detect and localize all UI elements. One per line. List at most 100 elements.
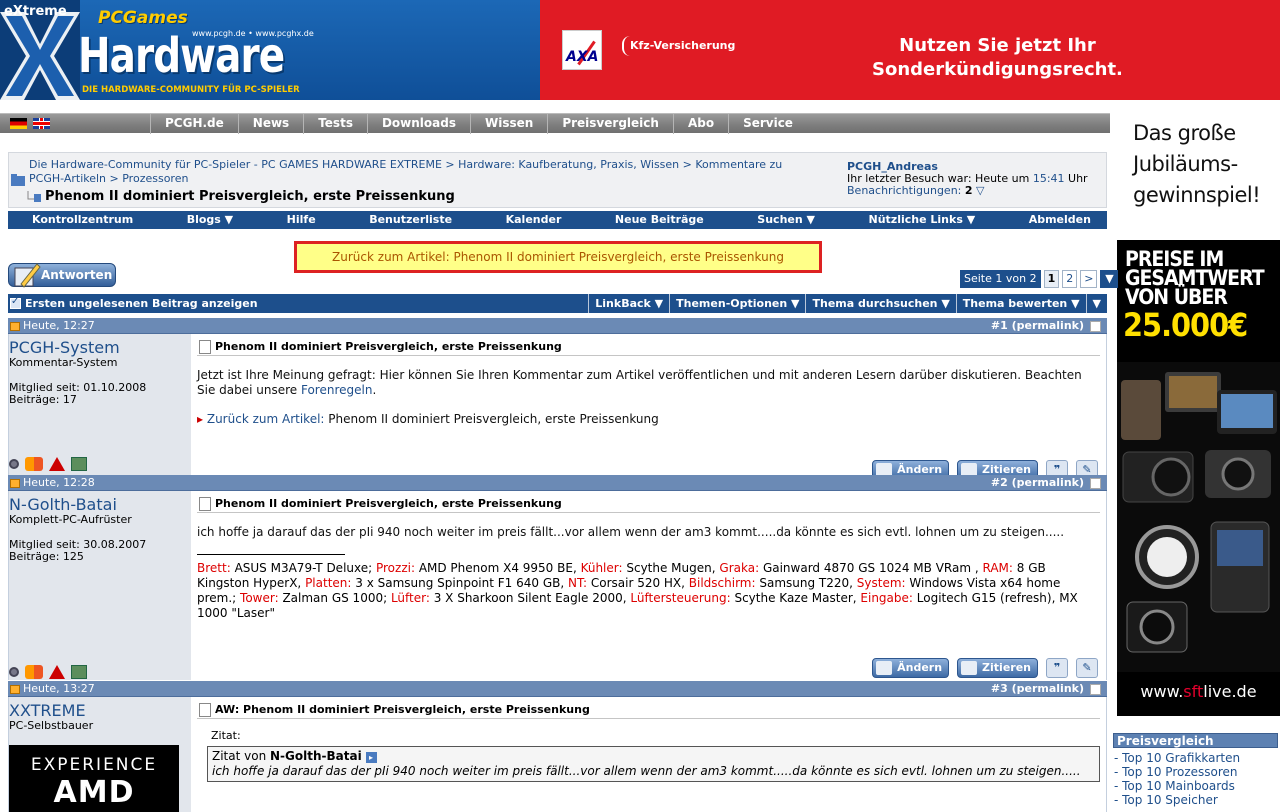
notifications-link[interactable]: Benachrichtigungen: 2 ▽ [847, 185, 1088, 197]
display-mode-menu[interactable]: ▼ [1085, 294, 1107, 313]
skyscraper-advertisement[interactable]: Das große Jubiläums- gewinnspiel! PREISE… [1117, 100, 1280, 716]
multiquote-icon[interactable]: ❞ [1046, 658, 1068, 678]
post-header: Heute, 13:27 #3 (permalink) [8, 681, 1107, 697]
post-3: Heute, 13:27 #3 (permalink) XXTREME PC-S… [8, 681, 1107, 812]
navbar-kalender[interactable]: Kalender [506, 211, 562, 229]
page-current: 1 [1043, 270, 1060, 288]
view-post-icon[interactable]: ▸ [365, 752, 377, 763]
forum-rules-link[interactable]: Forenregeln [301, 383, 372, 397]
signature-key: Kühler: [580, 561, 623, 575]
message: Phenom II dominiert Preisvergleich, erst… [197, 334, 1100, 427]
navbar-abmelden[interactable]: Abmelden [1029, 211, 1091, 229]
breadcrumb-line-1[interactable]: Die Hardware-Community für PC-Spieler - … [29, 158, 782, 172]
post-status-icon [10, 684, 20, 694]
post-title: AW: Phenom II dominiert Preisvergleich, … [197, 703, 1100, 719]
signature-value: Zalman GS 1000; [278, 591, 391, 605]
page-2-link[interactable]: 2 [1062, 270, 1078, 288]
blog-icon[interactable] [25, 665, 43, 679]
pv-link-grafikkarten[interactable]: - Top 10 Grafikkarten [1114, 751, 1280, 765]
page-next-link[interactable]: > [1080, 270, 1098, 288]
navbar-kontrollzentrum[interactable]: Kontrollzentrum [32, 211, 133, 229]
logo-tagline: DIE HARDWARE-COMMUNITY FÜR PC-SPIELER [82, 85, 300, 95]
header-banner: eXtreme PCGames www.pcgh.de • www.pcghx.… [0, 0, 1280, 100]
nav-service[interactable]: Service [728, 114, 807, 134]
checkbox-icon [10, 296, 21, 309]
select-post-checkbox[interactable] [1090, 320, 1101, 332]
user-icons [9, 665, 87, 679]
gadgets-image [1117, 362, 1280, 672]
user-title: PC-Selbstbauer [9, 719, 94, 732]
username[interactable]: PCGH-System [9, 338, 120, 357]
quote-text: ich hoffe ja darauf das der pIi 940 noch… [212, 764, 1081, 778]
post-title: Phenom II dominiert Preisvergleich, erst… [197, 497, 1100, 513]
username[interactable]: XXTREME [9, 701, 86, 720]
english-flag-icon[interactable] [33, 118, 50, 129]
select-post-checkbox[interactable] [1090, 683, 1101, 695]
signature-value: AMD Phenom X4 9950 BE, [415, 561, 581, 575]
nav-abo[interactable]: Abo [672, 114, 728, 134]
navbar-neue-beitraege[interactable]: Neue Beiträge [615, 211, 704, 229]
navbar-nuetzliche-links[interactable]: Nützliche Links ▼ [869, 211, 976, 229]
permalink[interactable]: #2 (permalink) [991, 475, 1084, 491]
back-to-article-label[interactable]: Zurück zum Artikel: [207, 412, 325, 426]
preisvergleich-list: - Top 10 Grafikkarten - Top 10 Prozessor… [1110, 751, 1280, 807]
quote-button[interactable]: Zitieren [957, 658, 1038, 678]
thread-options-menu[interactable]: Themen-Optionen ▼ [669, 294, 805, 313]
nav-tests[interactable]: Tests [303, 114, 367, 134]
linkback-menu[interactable]: LinkBack ▼ [588, 294, 669, 313]
select-post-checkbox[interactable] [1090, 477, 1101, 489]
thread-rate-menu[interactable]: Thema bewerten ▼ [955, 294, 1086, 313]
message: Phenom II dominiert Preisvergleich, erst… [197, 491, 1100, 621]
user-welcome: PCGH_Andreas Ihr letzter Besuch war: Heu… [847, 160, 1088, 197]
user-icons [9, 457, 87, 471]
x-logo-icon: eXtreme [0, 0, 80, 100]
post-text: ich hoffe ja darauf das der pIi 940 noch… [197, 525, 1065, 539]
post-text: Jetzt ist Ihre Meinung gefragt: Hier kön… [197, 368, 1082, 397]
post-2: Heute, 12:28 #2 (permalink) N-Golth-Bata… [8, 475, 1107, 680]
breadcrumb-line-2[interactable]: PCGH-Artikeln > Prozessoren [29, 172, 188, 185]
language-flags [10, 118, 50, 129]
post-body: PCGH-System Kommentar-System Mitglied se… [8, 334, 1107, 486]
pagination: Seite 1 von 2 1 2 > ▼ [960, 270, 1119, 288]
pv-link-speicher[interactable]: - Top 10 Speicher [1114, 793, 1280, 807]
navbar-benutzerliste[interactable]: Benutzerliste [369, 211, 452, 229]
pv-link-mainboards[interactable]: - Top 10 Mainboards [1114, 779, 1280, 793]
axa-advertisement[interactable]: AXA Kfz-Versicherung Nutzen Sie jetzt Ih… [540, 0, 1280, 100]
ad-headline: Nutzen Sie jetzt Ihr Sonderkündigungsrec… [872, 35, 1123, 80]
site-logo[interactable]: eXtreme PCGames www.pcgh.de • www.pcghx.… [0, 0, 540, 100]
system-icon[interactable] [71, 665, 87, 679]
page-dropdown-icon[interactable]: ▼ [1100, 270, 1119, 288]
report-icon[interactable] [49, 457, 65, 471]
nav-preisvergleich[interactable]: Preisvergleich [547, 114, 673, 134]
permalink[interactable]: #1 (permalink) [991, 318, 1084, 334]
edit-button[interactable]: Ändern [872, 658, 950, 678]
post-body: N-Golth-Batai Komplett-PC-Aufrüster Mitg… [8, 491, 1107, 680]
forum-navbar: Kontrollzentrum Blogs ▼ Hilfe Benutzerli… [8, 211, 1107, 229]
back-to-article-link[interactable]: Zurück zum Artikel: Phenom II dominiert … [294, 241, 822, 273]
thread-search-menu[interactable]: Thema durchsuchen ▼ [805, 294, 955, 313]
nav-wissen[interactable]: Wissen [470, 114, 547, 134]
signature-key: Platten: [305, 576, 352, 590]
first-unread-link[interactable]: Ersten ungelesenen Beitrag anzeigen [8, 296, 588, 310]
reply-button[interactable]: Antworten [8, 263, 116, 288]
navbar-hilfe[interactable]: Hilfe [287, 211, 316, 229]
german-flag-icon[interactable] [10, 118, 27, 129]
quoted-user[interactable]: N-Golth-Batai [270, 749, 362, 763]
nav-pcgh[interactable]: PCGH.de [150, 114, 238, 134]
axa-logo: AXA [562, 30, 602, 70]
navbar-suchen[interactable]: Suchen ▼ [757, 211, 815, 229]
permalink[interactable]: #3 (permalink) [991, 681, 1084, 697]
navbar-blogs[interactable]: Blogs ▼ [187, 211, 233, 229]
system-icon[interactable] [71, 457, 87, 471]
signature-key: Tower: [240, 591, 279, 605]
quick-reply-icon[interactable]: ✎ [1076, 658, 1098, 678]
nav-downloads[interactable]: Downloads [366, 114, 470, 134]
preisvergleich-box: Preisvergleich - Top 10 Grafikkarten - T… [1110, 733, 1280, 812]
report-icon[interactable] [49, 665, 65, 679]
blog-icon[interactable] [25, 457, 43, 471]
username[interactable]: N-Golth-Batai [9, 495, 117, 514]
post-body: XXTREME PC-Selbstbauer EXPERIENCE AMD AW… [8, 697, 1107, 812]
user-info: PCGH-System Kommentar-System Mitglied se… [9, 334, 191, 486]
pv-link-prozessoren[interactable]: - Top 10 Prozessoren [1114, 765, 1280, 779]
nav-news[interactable]: News [237, 114, 303, 134]
